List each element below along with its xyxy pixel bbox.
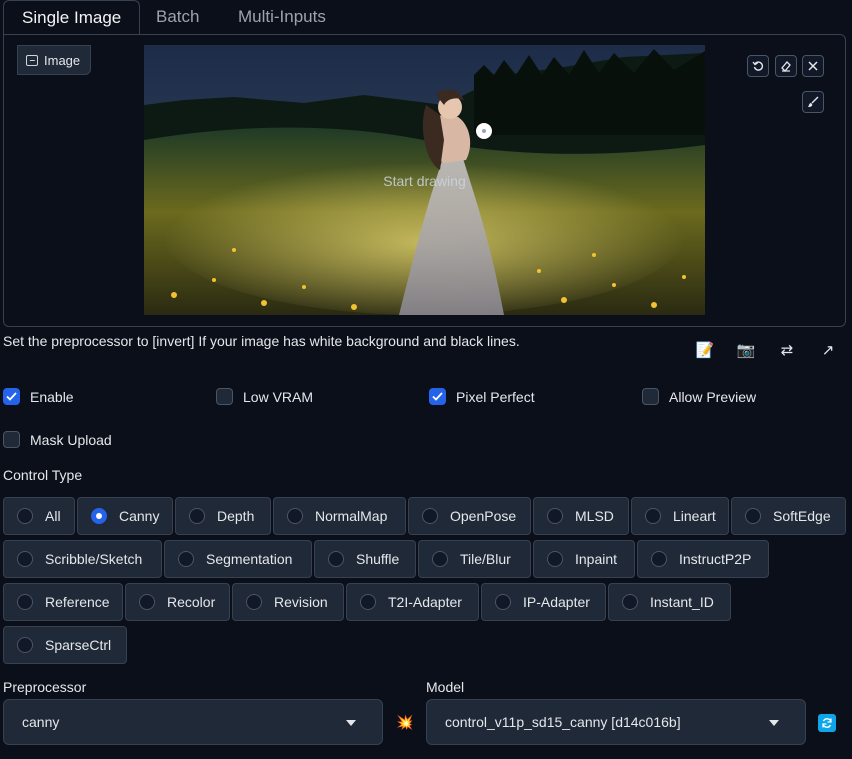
mask-upload-label: Mask Upload [30,431,112,448]
control-type-normalmap[interactable]: NormalMap [273,497,406,535]
control-type-recolor[interactable]: Recolor [125,583,230,621]
control-type-label: Control Type [3,467,83,483]
control-type-all[interactable]: All [3,497,75,535]
mask-upload-checkbox[interactable]: Mask Upload [3,431,112,448]
low-vram-checkbox[interactable]: Low VRAM [216,388,313,405]
camera-icon[interactable]: 📷 [735,339,757,361]
control-type-segmentation[interactable]: Segmentation [164,540,312,578]
tab-batch[interactable]: Batch [138,0,217,34]
close-icon[interactable] [802,55,824,77]
control-type-t2i-adapter[interactable]: T2I-Adapter [346,583,479,621]
image-icon [26,54,38,66]
control-type-depth[interactable]: Depth [175,497,271,535]
control-type-openpose[interactable]: OpenPose [408,497,531,535]
notes-icon[interactable]: 📝 [694,339,716,361]
control-type-mlsd[interactable]: MLSD [533,497,629,535]
brush-icon[interactable] [802,91,824,113]
chevron-down-icon [346,720,356,726]
control-type-instant-id[interactable]: Instant_ID [608,583,731,621]
send-icon[interactable]: ↗ [817,339,839,361]
preprocessor-hint: Set the preprocessor to [invert] If your… [3,333,520,349]
allow-preview-label: Allow Preview [669,388,757,405]
swap-icon[interactable]: ⇄ [776,339,798,361]
eraser-icon[interactable] [775,55,797,77]
check-icon [429,388,446,405]
control-type-ip-adapter[interactable]: IP-Adapter [481,583,606,621]
control-type-revision[interactable]: Revision [232,583,344,621]
checkbox-box [216,388,233,405]
undo-icon[interactable] [747,55,769,77]
control-type-sparsectrl[interactable]: SparseCtrl [3,626,127,664]
control-type-softedge[interactable]: SoftEdge [731,497,846,535]
pixel-perfect-label: Pixel Perfect [456,388,535,405]
model-label: Model [426,679,465,695]
start-drawing-hint: Start drawing [383,173,466,189]
control-type-shuffle[interactable]: Shuffle [314,540,416,578]
control-type-instructp2p[interactable]: InstructP2P [637,540,769,578]
allow-preview-checkbox[interactable]: Allow Preview [642,388,756,405]
image-label-text: Image [44,52,81,68]
check-icon [3,388,20,405]
run-preprocessor-icon[interactable]: 💥 [396,714,413,731]
pixel-perfect-checkbox[interactable]: Pixel Perfect [429,388,535,405]
image-panel: Image Start drawing [3,34,846,327]
image-canvas[interactable]: Start drawing [144,45,705,315]
checkbox-box [3,431,20,448]
preprocessor-value: canny [22,714,60,730]
image-label: Image [17,45,92,75]
checkbox-box [642,388,659,405]
enable-label: Enable [30,388,74,405]
preprocessor-dropdown[interactable]: canny [3,699,383,745]
control-type-reference[interactable]: Reference [3,583,123,621]
tab-bar: Single Image Batch Multi-Inputs [0,0,852,35]
control-type-lineart[interactable]: Lineart [631,497,729,535]
model-dropdown[interactable]: control_v11p_sd15_canny [d14c016b] [426,699,806,745]
refresh-icon[interactable] [818,714,836,732]
control-type-canny[interactable]: Canny [77,497,173,535]
tab-multi-inputs[interactable]: Multi-Inputs [220,0,344,34]
control-type-tile-blur[interactable]: Tile/Blur [418,540,531,578]
tab-single-image[interactable]: Single Image [3,0,141,35]
model-value: control_v11p_sd15_canny [d14c016b] [445,714,681,730]
control-type-inpaint[interactable]: Inpaint [533,540,635,578]
low-vram-label: Low VRAM [243,388,314,405]
preprocessor-label: Preprocessor [3,679,87,695]
enable-checkbox[interactable]: Enable [3,388,74,405]
chevron-down-icon [769,720,779,726]
control-type-scribble[interactable]: Scribble/Sketch [3,540,162,578]
